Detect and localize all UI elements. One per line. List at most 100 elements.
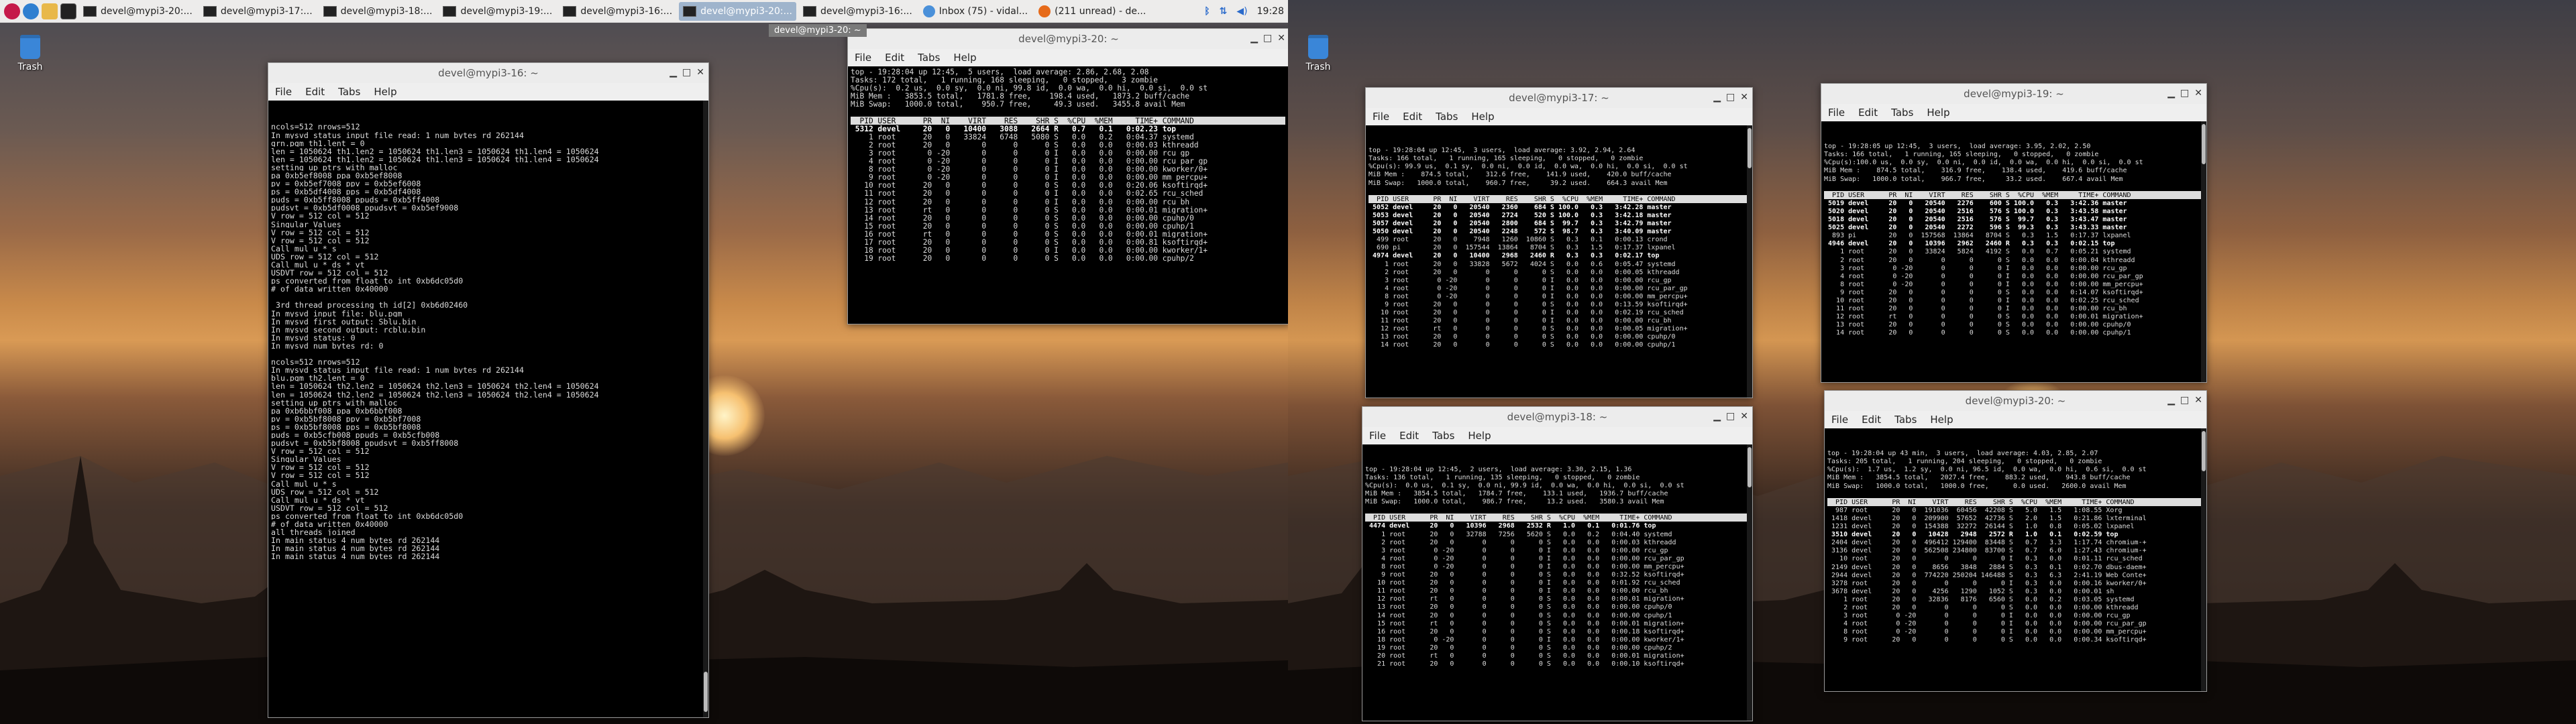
- process-row: 5050 devel 20 0 20540 2248 572 S 98.7 0.…: [1368, 228, 1672, 236]
- menu-tabs[interactable]: Tabs: [918, 52, 940, 64]
- top-summary-line: MiB Mem : 3854.5 total, 1784.7 free, 133…: [1365, 490, 1668, 498]
- menu-help[interactable]: Help: [374, 86, 396, 98]
- maximize-icon[interactable]: □: [1726, 92, 1735, 103]
- task-button[interactable]: (211 unread) - de...: [1034, 2, 1150, 21]
- terminal-window-mypi3-20[interactable]: devel@mypi3-20: ~ ▁ □ ✕ File Edit Tabs Hel…: [1824, 390, 2207, 692]
- window-titlebar[interactable]: devel@mypi3-16: ~ ▁ □ ✕: [268, 63, 708, 83]
- menu-file[interactable]: File: [1828, 107, 1845, 119]
- menu-help[interactable]: Help: [1471, 111, 1494, 123]
- menu-help[interactable]: Help: [1927, 107, 1949, 119]
- process-row: 8 root 0 -20 0 0 0 I 0.0 0.0 0:00.00 kwo…: [851, 165, 1208, 174]
- trash-icon[interactable]: Trash: [7, 35, 54, 72]
- window-titlebar[interactable]: devel@mypi3-17: ~ ▁ □ ✕: [1366, 88, 1752, 108]
- minimize-icon[interactable]: ▁: [1713, 411, 1721, 422]
- bluetooth-icon[interactable]: ᛒ: [1204, 6, 1210, 17]
- terminal-line: len = 1050624 th2.len2 = 1050624 th2.len…: [271, 389, 599, 398]
- task-button[interactable]: devel@mypi3-18:...: [319, 2, 437, 21]
- scrollbar[interactable]: [2201, 121, 2206, 382]
- task-button[interactable]: devel@mypi3-19:...: [439, 2, 556, 21]
- menu-edit[interactable]: Edit: [885, 52, 904, 64]
- menu-tabs[interactable]: Tabs: [1891, 107, 1913, 119]
- window-titlebar[interactable]: devel@mypi3-20: ~ ▁ □ ✕: [848, 29, 1288, 49]
- top-output[interactable]: top - 19:28:05 up 12:45, 3 users, load a…: [1821, 121, 2206, 382]
- window-titlebar[interactable]: devel@mypi3-20: ~ ▁ □ ✕: [1825, 391, 2206, 411]
- menu-tabs[interactable]: Tabs: [1436, 111, 1458, 123]
- raspberry-menu-icon[interactable]: [4, 3, 20, 19]
- process-row: 1 root 20 0 32836 8176 6560 S 0.0 0.2 0:…: [1827, 595, 2135, 603]
- menu-help[interactable]: Help: [953, 52, 976, 64]
- menu-help[interactable]: Help: [1930, 414, 1953, 426]
- terminal-icon[interactable]: [60, 3, 76, 19]
- terminal-line: In mysvd status input file read: 1 num_b…: [271, 365, 524, 374]
- close-icon[interactable]: ✕: [1277, 33, 1285, 44]
- scrollbar[interactable]: [1747, 125, 1752, 398]
- maximize-icon[interactable]: □: [2180, 88, 2189, 99]
- menu-file[interactable]: File: [1373, 111, 1389, 123]
- maximize-icon[interactable]: □: [1726, 411, 1735, 422]
- maximize-icon[interactable]: □: [682, 67, 691, 78]
- task-button-active[interactable]: devel@mypi3-20:...: [679, 1, 796, 21]
- top-summary-line: MiB Mem : 3854.5 total, 2027.4 free, 883…: [1827, 474, 2131, 482]
- menu-file[interactable]: File: [855, 52, 871, 64]
- task-button[interactable]: devel@mypi3-17:...: [199, 2, 317, 21]
- terminal-line: pv = 0xb5bf8008 ppv = 0xb5bf7008: [271, 414, 421, 422]
- menu-edit[interactable]: Edit: [305, 86, 325, 98]
- terminal-line: pv = 0xb5ef7008 ppv = 0xb5ef6008: [271, 179, 421, 188]
- clock[interactable]: 19:28: [1257, 6, 1284, 17]
- terminal-icon: [203, 5, 217, 17]
- maximize-icon[interactable]: □: [1263, 33, 1272, 44]
- minimize-icon[interactable]: ▁: [1250, 33, 1258, 44]
- terminal-output[interactable]: ncols=512 nrows=512 In mysvd status input…: [268, 101, 708, 717]
- menu-file[interactable]: File: [1369, 430, 1386, 442]
- process-row: 12 root rt 0 0 0 0 S 0.0 0.0 0:00.01 mig…: [1365, 595, 1684, 603]
- top-output[interactable]: top - 19:28:04 up 12:45, 5 users, load a…: [848, 66, 1288, 324]
- task-button[interactable]: devel@mypi3-16:...: [559, 2, 676, 21]
- file-manager-icon[interactable]: [42, 3, 58, 19]
- menu-edit[interactable]: Edit: [1399, 430, 1419, 442]
- maximize-icon[interactable]: □: [2180, 395, 2189, 406]
- terminal-window-mypi3-19[interactable]: devel@mypi3-19: ~ ▁ □ ✕ File Edit Tabs Hel…: [1821, 83, 2207, 383]
- terminal-line: In main status 4 num_bytes_rd 262144: [271, 544, 440, 552]
- task-button[interactable]: devel@mypi3-20:...: [79, 2, 197, 21]
- volume-icon[interactable]: ◀): [1236, 6, 1247, 17]
- terminal-window-mypi3-20-top[interactable]: devel@mypi3-20: ~ ▁ □ ✕ File Edit Tabs Hel…: [847, 28, 1288, 324]
- scrollbar[interactable]: [2201, 428, 2206, 691]
- task-button[interactable]: devel@mypi3-16:...: [799, 2, 916, 21]
- terminal-window-mypi3-18[interactable]: devel@mypi3-18: ~ ▁ □ ✕ File Edit Tabs Hel…: [1362, 406, 1753, 721]
- menu-tabs[interactable]: Tabs: [338, 86, 360, 98]
- menu-file[interactable]: File: [1831, 414, 1848, 426]
- browser-icon[interactable]: [23, 3, 39, 19]
- scrollbar[interactable]: [703, 101, 708, 717]
- menu-help[interactable]: Help: [1468, 430, 1491, 442]
- top-output[interactable]: top - 19:28:04 up 12:45, 3 users, load a…: [1366, 125, 1752, 398]
- menu-edit[interactable]: Edit: [1862, 414, 1881, 426]
- menu-edit[interactable]: Edit: [1858, 107, 1878, 119]
- menu-file[interactable]: File: [275, 86, 292, 98]
- terminal-window-mypi3-17[interactable]: devel@mypi3-17: ~ ▁ □ ✕ File Edit Tabs Hel…: [1365, 87, 1753, 398]
- close-icon[interactable]: ✕: [2194, 88, 2202, 99]
- trash-icon[interactable]: Trash: [1295, 35, 1342, 72]
- menu-tabs[interactable]: Tabs: [1894, 414, 1917, 426]
- network-icon[interactable]: ⇅: [1220, 6, 1228, 17]
- minimize-icon[interactable]: ▁: [1713, 92, 1721, 103]
- terminal-line: In mysvd input_file: blu.pgm: [271, 308, 402, 317]
- terminal-window-mypi3-16[interactable]: devel@mypi3-16: ~ ▁ □ ✕ File Edit Tabs Hel…: [268, 62, 709, 718]
- top-output[interactable]: top - 19:28:04 up 12:45, 2 users, load a…: [1362, 444, 1752, 721]
- window-titlebar[interactable]: devel@mypi3-19: ~ ▁ □ ✕: [1821, 84, 2206, 104]
- process-row: 9 root 0 -20 0 0 0 I 0.0 0.0 0:00.00 mm_…: [851, 173, 1208, 182]
- minimize-icon[interactable]: ▁: [669, 67, 677, 78]
- terminal-line: puds = 0xb5ff8008 ppuds = 0xb5ff4008: [271, 195, 440, 204]
- menu-tabs[interactable]: Tabs: [1432, 430, 1454, 442]
- close-icon[interactable]: ✕: [2194, 395, 2202, 406]
- menu-edit[interactable]: Edit: [1403, 111, 1422, 123]
- task-button[interactable]: Inbox (75) - vidal...: [919, 2, 1032, 21]
- close-icon[interactable]: ✕: [696, 67, 704, 78]
- minimize-icon[interactable]: ▁: [2167, 395, 2175, 406]
- process-row: 13 root 20 0 0 0 0 S 0.0 0.0 0:00.00 cpu…: [1365, 603, 1672, 611]
- window-titlebar[interactable]: devel@mypi3-18: ~ ▁ □ ✕: [1362, 407, 1752, 427]
- close-icon[interactable]: ✕: [1740, 92, 1748, 103]
- top-output[interactable]: top - 19:28:04 up 43 min, 3 users, load …: [1825, 428, 2206, 691]
- scrollbar[interactable]: [1747, 444, 1752, 721]
- close-icon[interactable]: ✕: [1740, 411, 1748, 422]
- minimize-icon[interactable]: ▁: [2167, 88, 2175, 99]
